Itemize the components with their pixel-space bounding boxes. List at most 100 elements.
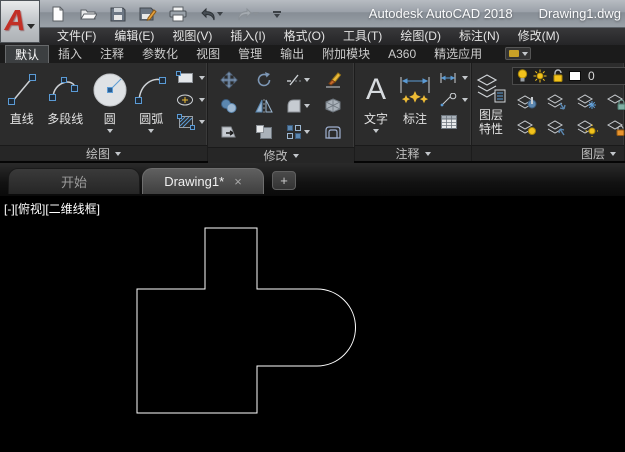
table-button[interactable] — [439, 113, 468, 131]
draw-panel-expand-caret — [115, 152, 121, 156]
leader-button[interactable] — [439, 91, 468, 109]
new-drawing-tab-button[interactable]: + — [272, 171, 296, 190]
scale-tool-button[interactable] — [247, 119, 282, 145]
layer-match-icon — [546, 119, 568, 137]
menu-tools[interactable]: 工具(T) — [334, 28, 391, 45]
application-menu-button[interactable]: A — [0, 0, 40, 43]
layer-lock-button[interactable] — [602, 89, 625, 115]
leader-icon — [439, 93, 459, 107]
undo-button[interactable] — [196, 3, 226, 25]
line-icon — [5, 68, 39, 112]
hatch-tool-button[interactable] — [176, 113, 205, 131]
hatch-dropdown-caret[interactable] — [199, 120, 205, 124]
drawing-canvas[interactable]: [-][俯视][二维线框] — [0, 196, 625, 452]
circle-dropdown-caret[interactable] — [107, 129, 113, 133]
layer-properties-button[interactable]: 图层 特性 — [474, 65, 508, 145]
new-file-button[interactable] — [46, 3, 70, 25]
menu-draw[interactable]: 绘图(D) — [391, 28, 450, 45]
ribbon-tab-output[interactable]: 输出 — [271, 45, 313, 63]
ribbon-tab-addins[interactable]: 附加模块 — [313, 45, 379, 63]
arc-dropdown-caret[interactable] — [148, 129, 154, 133]
array-tool-button[interactable] — [281, 119, 316, 145]
file-tab-drawing1[interactable]: Drawing1* × — [142, 168, 264, 194]
layers-panel-label[interactable]: 图层 — [472, 145, 624, 161]
ellipse-dropdown-caret[interactable] — [199, 98, 205, 102]
draw-panel-label[interactable]: 绘图 — [0, 145, 207, 161]
offset-tool-button[interactable] — [316, 119, 351, 145]
ribbon-tab-insert[interactable]: 插入 — [49, 45, 91, 63]
dimension-tool-button[interactable]: 标注 — [395, 65, 435, 145]
qat-customize-button[interactable] — [268, 3, 286, 25]
stretch-tool-button[interactable] — [212, 119, 247, 145]
menu-dimension[interactable]: 标注(N) — [450, 28, 509, 45]
layer-match-button[interactable] — [542, 115, 572, 141]
menu-format[interactable]: 格式(O) — [275, 28, 334, 45]
layers-panel: 图层 特性 — [472, 63, 625, 161]
rectangle-tool-button[interactable] — [176, 69, 205, 87]
trim-tool-button[interactable] — [281, 67, 316, 93]
open-file-button[interactable] — [76, 3, 100, 25]
rectangle-dropdown-caret[interactable] — [199, 76, 205, 80]
plot-button[interactable] — [166, 3, 190, 25]
ribbon-tab-parametric[interactable]: 参数化 — [133, 45, 187, 63]
line-tool-button[interactable]: 直线 — [2, 65, 42, 145]
undo-dropdown-caret[interactable] — [217, 12, 223, 16]
ribbon-tab-view[interactable]: 视图 — [187, 45, 229, 63]
menu-file[interactable]: 文件(F) — [48, 28, 105, 45]
ellipse-tool-button[interactable] — [176, 91, 205, 109]
viewport-visual-style-control[interactable]: [二维线框] — [45, 202, 100, 216]
arc-tool-button[interactable]: 圆弧 — [130, 65, 172, 145]
move-tool-button[interactable] — [212, 67, 247, 93]
text-tool-button[interactable]: A 文字 — [357, 65, 395, 145]
fillet-dropdown-caret[interactable] — [304, 104, 310, 108]
layer-isolate-button[interactable] — [542, 89, 572, 115]
annotate-panel-label[interactable]: 注释 — [355, 145, 471, 161]
erase-tool-button[interactable] — [316, 67, 351, 93]
file-tab-close-icon[interactable]: × — [234, 175, 242, 188]
circle-tool-button[interactable]: 圆 — [89, 65, 131, 145]
menu-view[interactable]: 视图(V) — [163, 28, 221, 45]
ribbon-tab-featured-apps[interactable]: 精选应用 — [425, 45, 491, 63]
layer-freeze-button[interactable] — [572, 89, 602, 115]
ribbon-display-toggle[interactable] — [505, 47, 531, 60]
leader-caret[interactable] — [462, 98, 468, 102]
polyline-tool-button[interactable]: 多段线 — [42, 65, 89, 145]
ribbon-tab-manage[interactable]: 管理 — [229, 45, 271, 63]
title-bar: Autodesk AutoCAD 2018 Drawing1.dwg — [0, 0, 625, 28]
menu-bar: 文件(F) 编辑(E) 视图(V) 插入(I) 格式(O) 工具(T) 绘图(D… — [0, 28, 625, 45]
redo-button[interactable] — [232, 3, 262, 25]
ribbon-tab-a360[interactable]: A360 — [379, 45, 425, 63]
layer-unlock-all-button[interactable] — [602, 115, 625, 141]
redo-dropdown-caret[interactable] — [253, 12, 259, 16]
viewport-view-control[interactable]: [俯视] — [15, 202, 46, 216]
drawing-shape-path[interactable] — [137, 228, 356, 413]
make-object-layer-current-button[interactable] — [512, 89, 542, 115]
linear-dimension-caret[interactable] — [462, 76, 468, 80]
linear-dimension-button[interactable] — [439, 69, 468, 87]
text-dropdown-caret[interactable] — [373, 129, 379, 133]
layer-make-current-button[interactable] — [512, 115, 542, 141]
explode-tool-button[interactable] — [316, 93, 351, 119]
rotate-tool-button[interactable] — [247, 67, 282, 93]
fillet-tool-button[interactable] — [281, 93, 316, 119]
line-label: 直线 — [10, 112, 34, 126]
menu-modify[interactable]: 修改(M) — [509, 28, 569, 45]
copy-tool-button[interactable] — [212, 93, 247, 119]
rotate-icon — [255, 71, 273, 89]
trim-dropdown-caret[interactable] — [304, 78, 310, 82]
save-as-button[interactable] — [136, 3, 160, 25]
viewport-menu-control[interactable]: [-] — [4, 202, 15, 216]
layer-thaw-all-button[interactable] — [572, 115, 602, 141]
ribbon: 直线 多段线 — [0, 63, 625, 163]
layer-select-combo[interactable]: 0 — [512, 67, 625, 85]
layer-on-bulb-icon — [517, 69, 528, 83]
menu-insert[interactable]: 插入(I) — [221, 28, 274, 45]
mirror-tool-button[interactable] — [247, 93, 282, 119]
ribbon-tab-annotate[interactable]: 注释 — [91, 45, 133, 63]
menu-edit[interactable]: 编辑(E) — [105, 28, 163, 45]
ribbon-tab-home[interactable]: 默认 — [5, 45, 49, 63]
modify-panel-label[interactable]: 修改 — [208, 147, 354, 163]
file-tab-start[interactable]: 开始 — [8, 168, 140, 194]
array-dropdown-caret[interactable] — [304, 130, 310, 134]
save-button[interactable] — [106, 3, 130, 25]
